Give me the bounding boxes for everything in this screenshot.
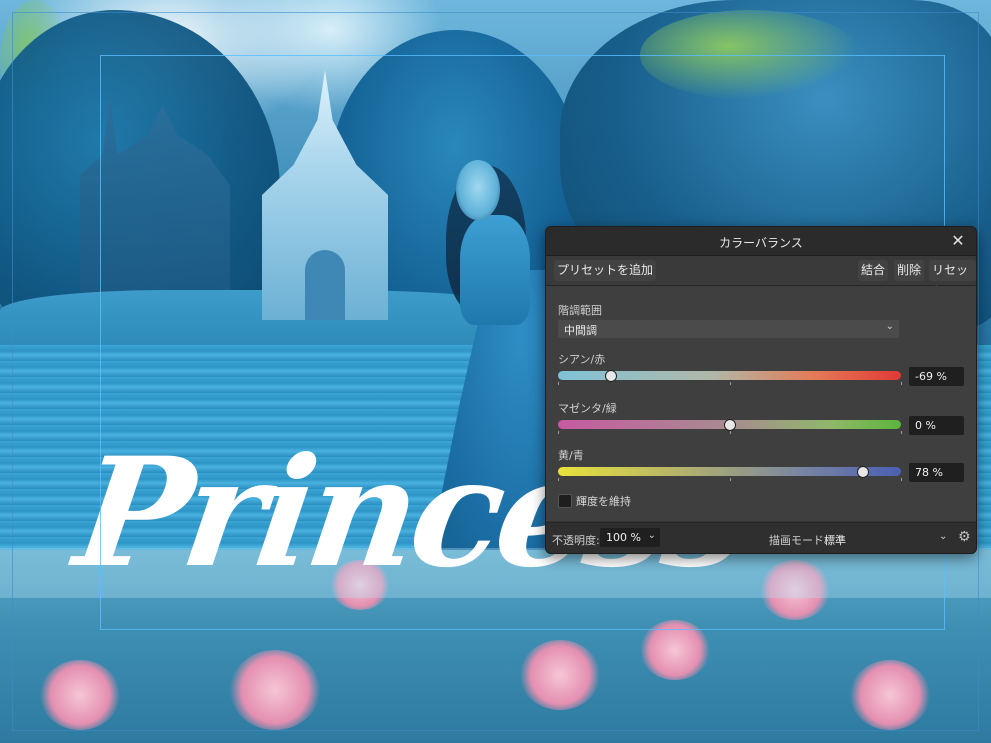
slider-tick: [729, 382, 731, 385]
reset-button[interactable]: リセット: [929, 260, 976, 298]
yellow-blue-ticks: [558, 478, 902, 482]
opacity-value: 100 %: [606, 531, 641, 544]
add-preset-button[interactable]: プリセットを追加: [554, 260, 657, 281]
yellow-blue-slider-handle[interactable]: [857, 466, 870, 478]
chevron-down-icon: ⌄: [885, 321, 894, 332]
panel-footer: 不透明度: 100 % ⌄ 描画モード: 標準 ⌄ ⚙: [546, 522, 976, 553]
magenta-green-value-field[interactable]: 0 %: [909, 416, 964, 435]
opacity-label: 不透明度:: [552, 534, 600, 547]
magenta-green-label: マゼンタ/緑: [558, 402, 617, 415]
yellow-blue-slider[interactable]: [558, 466, 901, 478]
magenta-green-ticks: [558, 431, 902, 435]
slider-tick: [901, 478, 902, 481]
preserve-luminosity-checkbox[interactable]: [558, 494, 572, 508]
cyan-red-slider-handle[interactable]: [605, 370, 618, 382]
yellow-blue-value-field[interactable]: 78 %: [909, 463, 964, 482]
slider-tick: [558, 382, 559, 385]
yellow-blue-label: 黄/青: [558, 449, 584, 462]
tonal-range-value: 中間調: [564, 324, 597, 337]
slider-tick: [729, 431, 731, 434]
cyan-red-value: -69 %: [915, 370, 947, 383]
merge-button[interactable]: 結合: [858, 260, 889, 281]
cyan-red-ticks: [558, 382, 902, 386]
panel-toolbar: プリセットを追加 結合 削除 リセット: [546, 256, 976, 298]
slider-tick: [558, 431, 559, 434]
cyan-red-value-field[interactable]: -69 %: [909, 367, 964, 386]
cyan-red-label: シアン/赤: [558, 353, 606, 366]
slider-tick: [901, 382, 902, 385]
slider-tick: [558, 478, 559, 481]
opacity-field[interactable]: 100 % ⌄: [600, 528, 660, 547]
gear-icon[interactable]: ⚙: [958, 529, 971, 545]
panel-title-bar[interactable]: カラーバランス ✕: [546, 227, 976, 256]
panel-title: カラーバランス: [719, 236, 803, 250]
tonal-range-select[interactable]: 中間調 ⌄: [558, 320, 899, 338]
magenta-green-value: 0 %: [915, 419, 936, 432]
close-icon[interactable]: ✕: [948, 231, 968, 251]
delete-button[interactable]: 削除: [894, 260, 925, 281]
magenta-green-slider[interactable]: [558, 419, 901, 431]
tonal-range-label: 階調範囲: [558, 304, 602, 317]
cyan-red-slider[interactable]: [558, 370, 901, 382]
blend-mode-label: 描画モード:: [769, 534, 828, 547]
chevron-down-icon[interactable]: ⌄: [648, 530, 656, 541]
color-balance-panel: カラーバランス ✕ プリセットを追加 結合 削除 リセット 階調範囲 中間調 ⌄…: [545, 226, 977, 554]
blend-mode-select[interactable]: 標準: [824, 532, 846, 548]
yellow-blue-value: 78 %: [915, 466, 943, 479]
panel-content: 階調範囲 中間調 ⌄ シアン/赤 -69 % マゼンタ/緑 0 % 黄/青 78…: [546, 286, 976, 521]
magenta-green-slider-handle[interactable]: [723, 419, 736, 431]
slider-tick: [729, 478, 731, 481]
slider-tick: [901, 431, 902, 434]
preserve-luminosity-label[interactable]: 輝度を維持: [576, 493, 631, 509]
chevron-down-icon[interactable]: ⌄: [939, 531, 947, 542]
